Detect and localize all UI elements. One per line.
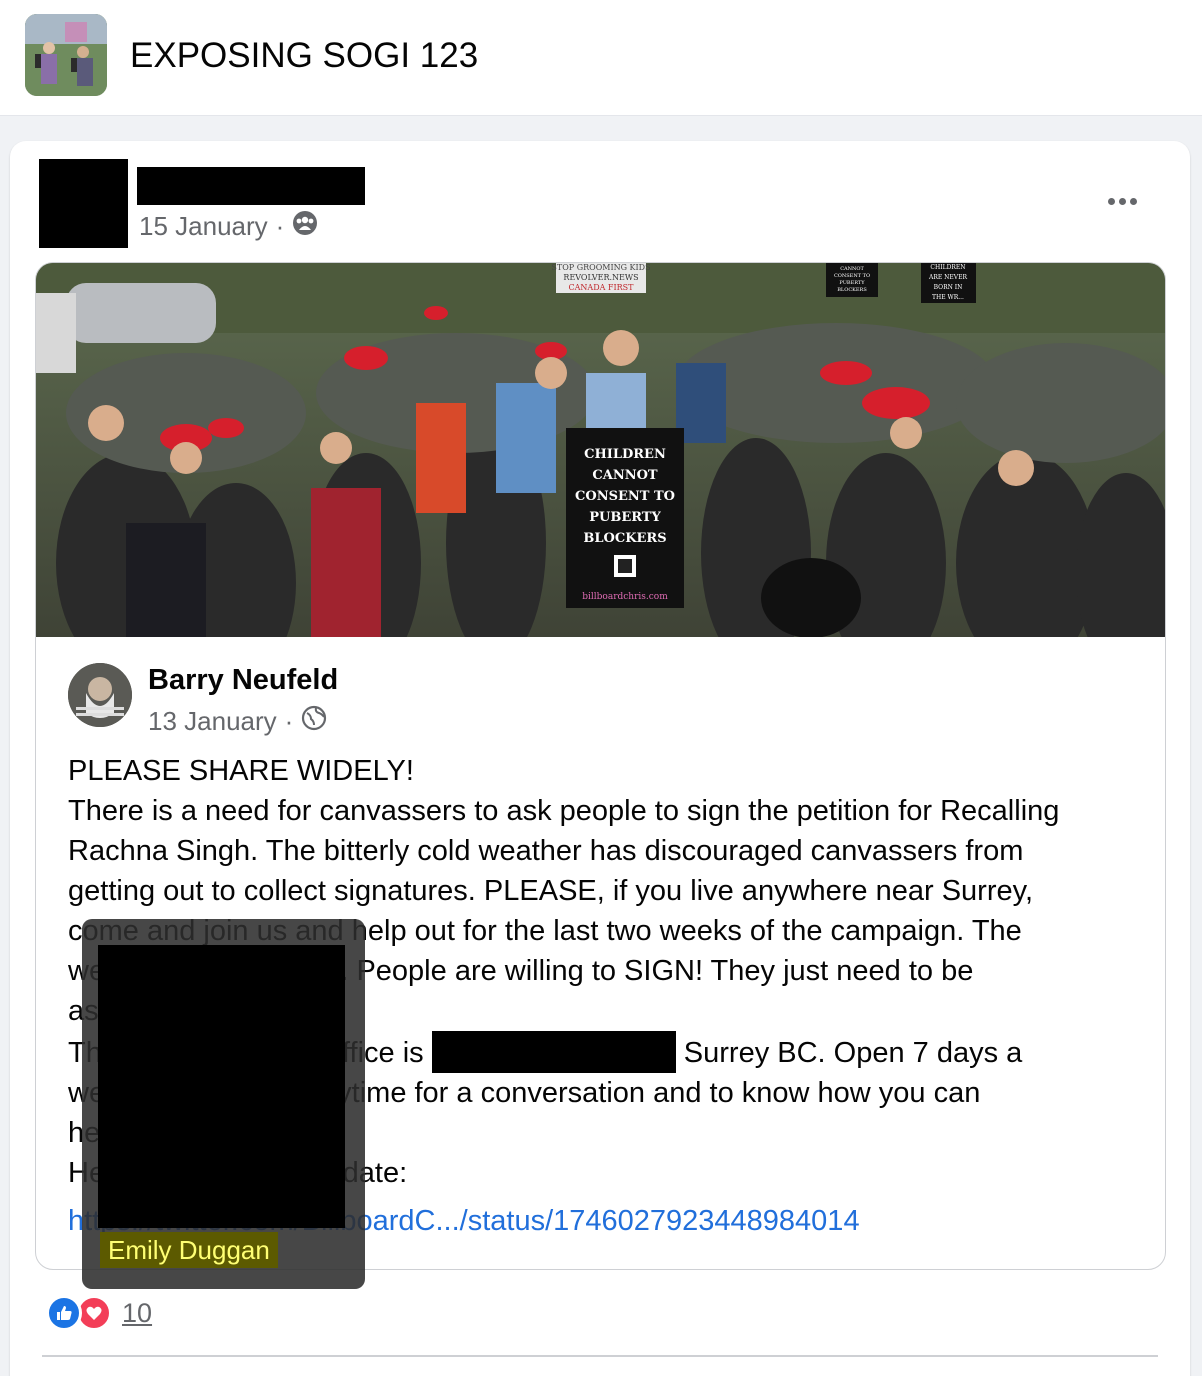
globe-icon bbox=[301, 705, 327, 738]
meta-separator: · bbox=[284, 706, 294, 736]
right-sign-line: ARE NEVER bbox=[928, 274, 967, 281]
profile-hover-tooltip: Emily Duggan bbox=[82, 919, 365, 1289]
sign-website: billboardchris.com bbox=[582, 592, 668, 602]
post-date[interactable]: 15 January bbox=[139, 211, 268, 242]
text-line: There is a need for canvassers to ask pe… bbox=[68, 795, 1060, 827]
text-line: getting out to collect signatures. PLEAS… bbox=[68, 875, 1034, 907]
sign-line: PUBERTY bbox=[589, 510, 661, 525]
more-dot-icon bbox=[1129, 197, 1137, 205]
divider bbox=[42, 1355, 1158, 1357]
right-sign-line: THE WR... bbox=[932, 294, 964, 301]
sign-line: BLOCKERS bbox=[583, 531, 666, 546]
top-sign-line: REVOLVER.NEWS bbox=[563, 273, 638, 282]
group-title[interactable]: EXPOSING SOGI 123 bbox=[130, 36, 478, 76]
group-header: EXPOSING SOGI 123 bbox=[0, 0, 1202, 116]
text-line: Rachna Singh. The bitterly cold weather … bbox=[68, 835, 1024, 867]
post-meta: 15 January · bbox=[139, 210, 318, 243]
sign-line: CONSENT TO bbox=[575, 489, 675, 504]
sign-line: CHILDREN bbox=[584, 447, 666, 462]
left-sign-line: CANNOT bbox=[840, 266, 864, 272]
shared-author-avatar[interactable] bbox=[68, 663, 132, 727]
shared-author-name[interactable]: Barry Neufeld bbox=[148, 664, 338, 697]
more-dot-icon bbox=[1118, 197, 1126, 205]
more-options-button[interactable] bbox=[1100, 188, 1144, 214]
left-sign-line: PUBERTY bbox=[839, 280, 865, 286]
poster-name-redacted[interactable] bbox=[137, 167, 365, 205]
reactions-bar[interactable]: 10 bbox=[46, 1295, 152, 1331]
group-avatar[interactable] bbox=[25, 14, 107, 96]
group-icon bbox=[292, 210, 318, 243]
left-sign-line: BLOCKERS bbox=[837, 287, 867, 293]
shared-meta: 13 January · bbox=[148, 705, 327, 738]
right-sign-line: CHILDREN bbox=[930, 264, 965, 271]
left-sign-line: CONSENT TO bbox=[834, 273, 870, 279]
poster-avatar-redacted[interactable] bbox=[39, 159, 128, 248]
text-fragment: Surrey BC. Open 7 days a bbox=[683, 1037, 1023, 1069]
tooltip-name: Emily Duggan bbox=[100, 1232, 278, 1268]
right-sign-line: BORN IN bbox=[934, 284, 963, 291]
rally-photo[interactable]: CHILDREN CANNOT CONSENT TO PUBERTY BLOCK… bbox=[36, 263, 1166, 637]
meta-separator: · bbox=[275, 211, 285, 241]
top-sign-line: CANADA FIRST bbox=[569, 283, 635, 292]
shared-date[interactable]: 13 January bbox=[148, 706, 277, 737]
more-dot-icon bbox=[1107, 197, 1115, 205]
text-line: PLEASE SHARE WIDELY! bbox=[68, 755, 414, 787]
sign-line: CANNOT bbox=[592, 468, 658, 483]
address-redacted bbox=[431, 1031, 676, 1073]
like-icon bbox=[46, 1295, 82, 1331]
reaction-count[interactable]: 10 bbox=[122, 1298, 152, 1329]
top-sign-line: STOP GROOMING KIDS bbox=[551, 263, 650, 272]
tooltip-photo-redacted bbox=[98, 945, 345, 1228]
